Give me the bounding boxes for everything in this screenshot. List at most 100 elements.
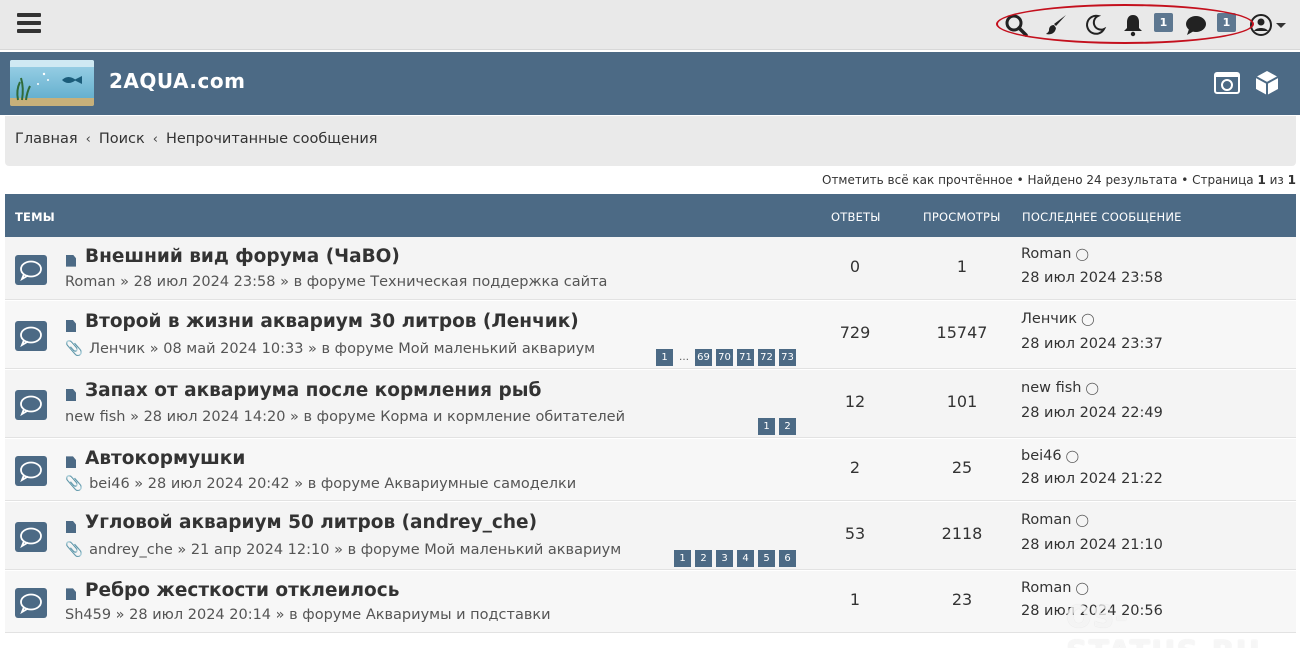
page-link[interactable]: 4	[737, 550, 754, 567]
topic-forum-link[interactable]: Аквариумы и подставки	[366, 607, 551, 623]
topic-author[interactable]: bei46	[89, 476, 130, 492]
last-post-date[interactable]: 28 июл 2024 21:22	[1021, 471, 1163, 487]
last-post-author[interactable]: new fish	[1021, 380, 1081, 396]
bell-icon[interactable]	[1119, 11, 1147, 39]
topic-title[interactable]: Запах от аквариума после кормления рыб	[85, 380, 541, 401]
topic-author[interactable]: new fish	[65, 409, 125, 425]
topic-date: 28 июл 2024 20:42	[147, 475, 290, 492]
topic-chat-icon[interactable]	[15, 321, 47, 351]
search-icon[interactable]	[1002, 11, 1030, 39]
topic-title[interactable]: Угловой аквариум 50 литров (andrey_che)	[85, 512, 537, 533]
topic-chat-icon[interactable]	[15, 522, 47, 552]
topic-forum-link[interactable]: Мой маленький аквариум	[398, 341, 595, 357]
page-link[interactable]: 72	[758, 349, 775, 366]
last-post-comment-icon[interactable]: ◯	[1076, 247, 1089, 261]
last-post-author[interactable]: Roman	[1021, 580, 1072, 596]
topic-title[interactable]: Автокормушки	[85, 448, 245, 469]
last-post-date[interactable]: 28 июл 2024 20:56	[1021, 603, 1163, 619]
topic-row[interactable]: Ребро жесткости отклеилось Sh459 » 28 июл…	[5, 571, 1296, 633]
breadcrumb-home[interactable]: Главная	[15, 131, 78, 147]
topic-chat-icon[interactable]	[15, 390, 47, 420]
breadcrumb-unread[interactable]: Непрочитанные сообщения	[166, 131, 378, 147]
last-post-comment-icon[interactable]: ◯	[1066, 449, 1079, 463]
topic-document-icon	[66, 588, 76, 601]
topic-title[interactable]: Внешний вид форума (ЧаВО)	[85, 246, 400, 267]
topic-meta: 📎 andrey_che » 21 апр 2024 12:10 » в фору…	[65, 542, 622, 559]
topic-row[interactable]: Внешний вид форума (ЧаВО) Roman » 28 июл …	[5, 237, 1296, 300]
page-link[interactable]: 71	[737, 349, 754, 366]
page-current: 1	[1257, 173, 1266, 187]
moon-icon[interactable]	[1081, 11, 1109, 39]
topic-forum-link[interactable]: Мой маленький аквариум	[424, 542, 621, 558]
last-post-comment-icon[interactable]: ◯	[1076, 513, 1089, 527]
last-post-author[interactable]: bei46	[1021, 448, 1062, 464]
cube-icon[interactable]	[1254, 70, 1280, 96]
last-post-date[interactable]: 28 июл 2024 21:10	[1021, 537, 1163, 553]
topic-author[interactable]: Roman	[65, 274, 116, 290]
topic-chat-icon[interactable]	[15, 456, 47, 486]
page-link[interactable]: 3	[716, 550, 733, 567]
user-menu-caret-icon[interactable]	[1276, 23, 1286, 28]
last-post-date[interactable]: 28 июл 2024 23:58	[1021, 270, 1163, 286]
page-link[interactable]: 69	[695, 349, 712, 366]
mark-all-read-link[interactable]: Отметить всё как прочтённое	[822, 173, 1013, 187]
topic-forum-link[interactable]: Корма и кормление обитателей	[380, 409, 625, 425]
topic-replies: 0	[849, 256, 861, 276]
last-post-comment-icon[interactable]: ◯	[1076, 581, 1089, 595]
last-post-author[interactable]: Roman	[1021, 512, 1072, 528]
topic-author[interactable]: andrey_che	[89, 542, 173, 558]
page-link[interactable]: 73	[779, 349, 796, 366]
messages-icon[interactable]	[1182, 11, 1210, 39]
topic-row[interactable]: Запах от аквариума после кормления рыб ne…	[5, 370, 1296, 438]
topic-row[interactable]: Автокормушки 📎 bei46 » 28 июл 2024 20:42 »…	[5, 439, 1296, 501]
page-link[interactable]: 5	[758, 550, 775, 567]
user-avatar-icon[interactable]	[1247, 11, 1275, 39]
breadcrumb-bar: Главная ‹ Поиск ‹ Непрочитанные сообщени…	[5, 116, 1296, 166]
gallery-icon[interactable]	[1214, 70, 1240, 96]
topic-chat-icon[interactable]	[15, 588, 47, 618]
notifications-badge[interactable]: 1	[1154, 13, 1173, 32]
topic-chat-icon[interactable]	[15, 254, 47, 285]
last-post-author[interactable]: Roman	[1021, 246, 1072, 262]
topic-row[interactable]: Угловой аквариум 50 литров (andrey_che) 📎…	[5, 502, 1296, 570]
topic-date: 28 июл 2024 20:14	[129, 606, 272, 623]
topic-replies: 1	[849, 590, 861, 609]
topic-views: 101	[946, 392, 978, 411]
topic-forum-link[interactable]: Техническая поддержка сайта	[370, 274, 607, 290]
breadcrumb-search[interactable]: Поиск	[99, 131, 145, 147]
paint-brush-icon[interactable]	[1042, 11, 1070, 39]
last-post-date[interactable]: 28 июл 2024 23:37	[1021, 336, 1163, 352]
last-post-author-line: Roman ◯	[1021, 512, 1089, 528]
last-post-author[interactable]: Ленчик	[1021, 311, 1077, 327]
site-title[interactable]: 2AQUA.com	[109, 69, 245, 93]
top-icons-group: 1 1	[0, 0, 1300, 50]
attachment-icon: 📎	[65, 341, 84, 358]
last-post-author-line: Roman ◯	[1021, 580, 1089, 596]
topic-author[interactable]: Sh459	[65, 607, 111, 623]
page-link[interactable]: 1	[758, 418, 775, 435]
topic-title[interactable]: Ребро жесткости отклеилось	[85, 580, 399, 601]
page-link[interactable]: 1	[656, 349, 673, 366]
topic-meta: Roman » 28 июл 2024 23:58 » в форуме Тех…	[65, 273, 608, 290]
topic-author[interactable]: Ленчик	[89, 341, 145, 357]
topic-row[interactable]: Второй в жизни аквариум 30 литров (Ленчи…	[5, 301, 1296, 369]
topic-forum-link[interactable]: Аквариумные самоделки	[384, 476, 576, 492]
header-views: Просмотры	[923, 210, 1001, 224]
page-link[interactable]: 2	[779, 418, 796, 435]
last-post-comment-icon[interactable]: ◯	[1085, 381, 1098, 395]
last-post-date[interactable]: 28 июл 2024 22:49	[1021, 405, 1163, 421]
topic-views: 15747	[936, 323, 988, 342]
site-header: 2AQUA.com	[0, 52, 1300, 115]
bullet: •	[1016, 173, 1024, 187]
site-logo[interactable]	[10, 60, 94, 106]
topic-replies: 12	[844, 392, 866, 411]
page-link[interactable]: 1	[674, 550, 691, 567]
page-link[interactable]: 2	[695, 550, 712, 567]
last-post-comment-icon[interactable]: ◯	[1081, 312, 1094, 326]
messages-badge[interactable]: 1	[1217, 13, 1236, 32]
page-link[interactable]: 70	[716, 349, 733, 366]
last-post-author-line: Ленчик ◯	[1021, 311, 1095, 327]
topic-meta: 📎 bei46 » 28 июл 2024 20:42 » в форуме Ак…	[65, 475, 577, 492]
page-link[interactable]: 6	[779, 550, 796, 567]
topic-title[interactable]: Второй в жизни аквариум 30 литров (Ленчи…	[85, 311, 579, 332]
